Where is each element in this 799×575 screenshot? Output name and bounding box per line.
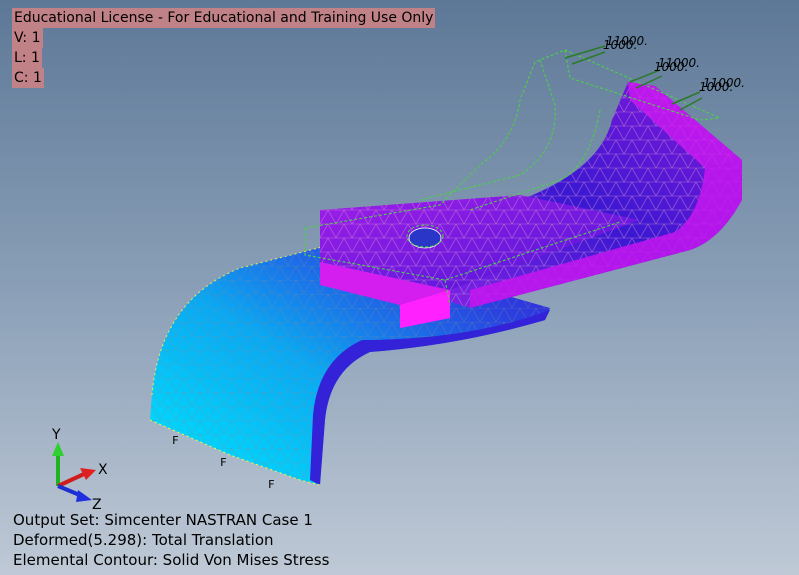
layer-indicator: L: 1 xyxy=(12,48,42,68)
constraint-icon: F xyxy=(172,434,179,447)
load-label-6: 1000. xyxy=(699,80,734,94)
model-viewport[interactable]: Educational License - For Educational an… xyxy=(0,0,799,575)
triad-x-label: X xyxy=(98,462,108,478)
constraint-icon: F xyxy=(220,456,227,469)
license-banner: Educational License - For Educational an… xyxy=(12,8,436,28)
load-label-4: 1000. xyxy=(654,60,689,74)
load-label-2: 1000. xyxy=(603,38,638,52)
fe-model-scene[interactable] xyxy=(0,0,799,575)
deformed-label: Deformed(5.298): Total Translation xyxy=(13,531,274,549)
view-indicator: V: 1 xyxy=(12,28,43,48)
constraint-icon: F xyxy=(268,478,275,491)
csys-indicator: C: 1 xyxy=(12,68,44,88)
xyz-triad-icon xyxy=(52,442,96,502)
output-set-label: Output Set: Simcenter NASTRAN Case 1 xyxy=(13,511,313,529)
contour-label: Elemental Contour: Solid Von Mises Stres… xyxy=(13,551,330,569)
triad-y-label: Y xyxy=(52,427,61,443)
